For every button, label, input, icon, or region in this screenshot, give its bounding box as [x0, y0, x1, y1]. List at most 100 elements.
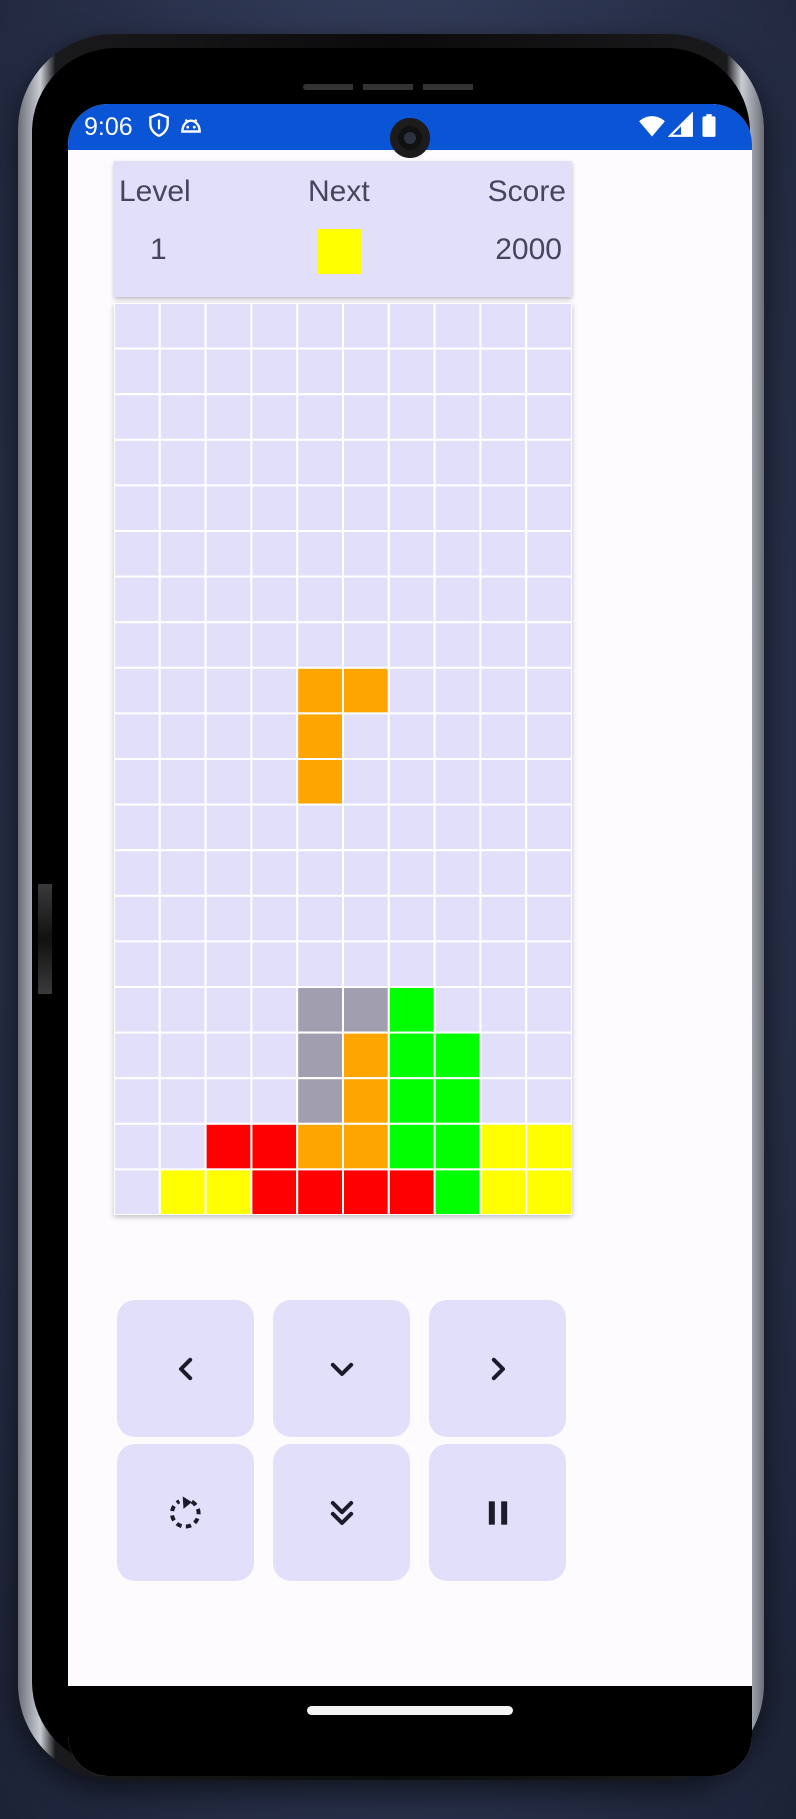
board-cell [387, 803, 436, 852]
board-cell [342, 484, 390, 532]
board-block [387, 986, 436, 1034]
board-cell [114, 803, 161, 852]
board-cell [479, 393, 528, 441]
rotate-button[interactable] [117, 1444, 254, 1581]
board-cell [296, 484, 344, 532]
move-right-button[interactable] [429, 1300, 566, 1437]
board-cell [342, 303, 390, 350]
board-cell [114, 621, 161, 669]
pause-button[interactable] [429, 1444, 566, 1581]
board-cell [387, 393, 436, 441]
score-label: Score [487, 175, 566, 208]
board-cell [525, 530, 572, 578]
board-block [204, 1122, 253, 1171]
board-block [296, 1031, 344, 1080]
board-cell [342, 940, 390, 989]
board-block [387, 1031, 436, 1080]
board-cell [250, 575, 299, 624]
board-cell [342, 894, 390, 943]
board-cell [479, 484, 528, 532]
board-cell [433, 484, 482, 532]
board-block [296, 712, 344, 760]
game-header: Level Next Score 1 2000 [114, 161, 572, 297]
board-cell [525, 1077, 572, 1125]
board-cell [114, 758, 161, 806]
board-cell [250, 530, 299, 578]
board-grid [114, 303, 572, 1215]
board-cell [114, 438, 161, 487]
board-cell [250, 758, 299, 806]
board-cell [387, 940, 436, 989]
board-cell [250, 303, 299, 350]
move-down-button[interactable] [273, 1300, 410, 1437]
board-cell [158, 803, 207, 852]
board-cell [387, 303, 436, 350]
next-piece-preview [317, 229, 362, 274]
hard-drop-button[interactable] [273, 1444, 410, 1581]
board-cell [479, 712, 528, 760]
board-cell [250, 712, 299, 760]
board-cell [342, 849, 390, 897]
board-cell [114, 986, 161, 1034]
front-camera [390, 118, 430, 158]
board-cell [296, 438, 344, 487]
board-cell [479, 575, 528, 624]
board-cell [158, 575, 207, 624]
pause-icon [488, 1500, 507, 1525]
board-cell [433, 438, 482, 487]
board-cell [158, 712, 207, 760]
board-cell [296, 803, 344, 852]
score-value: 2000 [495, 233, 562, 266]
board-cell [204, 712, 253, 760]
board-cell [158, 303, 207, 350]
board-cell [158, 666, 207, 715]
board-block [296, 666, 344, 715]
board-cell [479, 986, 528, 1034]
board-cell [204, 666, 253, 715]
board-cell [158, 849, 207, 897]
board-cell [158, 1122, 207, 1171]
board-cell [342, 393, 390, 441]
board-cell [525, 438, 572, 487]
board-cell [158, 1031, 207, 1080]
board-cell [204, 894, 253, 943]
board-cell [433, 303, 482, 350]
android-icon [178, 112, 204, 138]
board-cell [296, 940, 344, 989]
board-block [479, 1122, 528, 1171]
board-cell [525, 666, 572, 715]
board-block [387, 1168, 436, 1215]
board-block [342, 1122, 390, 1171]
board-cell [387, 347, 436, 396]
board-cell [296, 530, 344, 578]
board-cell [387, 575, 436, 624]
board-cell [250, 347, 299, 396]
chevron-down-icon [330, 1362, 353, 1376]
board-cell [342, 758, 390, 806]
battery-icon [696, 112, 722, 138]
board-cell [204, 347, 253, 396]
board-block [296, 758, 344, 806]
board-block [250, 1168, 299, 1215]
board-cell [479, 621, 528, 669]
level-value: 1 [150, 233, 167, 266]
board-block [342, 1031, 390, 1080]
board-cell [250, 1077, 299, 1125]
board-block [296, 1122, 344, 1171]
board-cell [114, 1031, 161, 1080]
shield-icon [146, 112, 172, 138]
board-cell [204, 621, 253, 669]
control-pad [117, 1300, 569, 1581]
game-board[interactable] [114, 303, 572, 1215]
board-block [342, 666, 390, 715]
board-cell [158, 484, 207, 532]
board-cell [479, 666, 528, 715]
move-left-button[interactable] [117, 1300, 254, 1437]
board-cell [479, 530, 528, 578]
board-cell [250, 940, 299, 989]
home-gesture-bar[interactable] [307, 1706, 513, 1715]
board-cell [204, 849, 253, 897]
board-cell [250, 621, 299, 669]
chevron-right-icon [491, 1357, 505, 1380]
board-cell [114, 575, 161, 624]
